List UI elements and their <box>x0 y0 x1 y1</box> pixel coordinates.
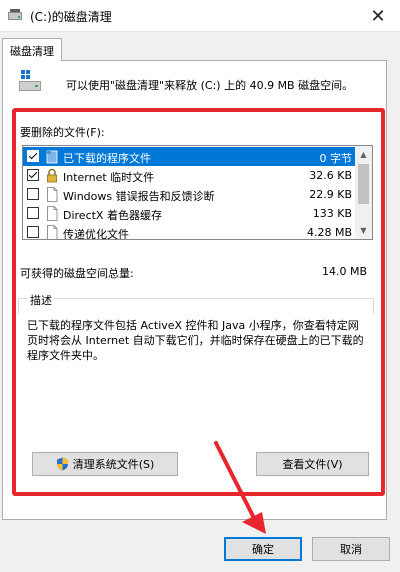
scroll-up-icon[interactable]: ▲ <box>355 146 372 163</box>
file-name: 传递优化文件 <box>63 228 129 240</box>
drive-icon <box>19 70 41 91</box>
checkbox[interactable] <box>27 169 39 181</box>
file-size: 4.28 MB <box>306 226 352 239</box>
total-space-value: 14.0 MB <box>322 265 368 278</box>
description-label: 描述 <box>28 292 54 308</box>
ok-button-label: 确定 <box>252 543 274 556</box>
scroll-thumb[interactable] <box>358 164 369 204</box>
folder-icon <box>46 150 58 164</box>
checkbox[interactable] <box>27 207 39 219</box>
tab-disk-cleanup[interactable]: 磁盘清理 <box>2 38 62 61</box>
window-title: (C:)的磁盘清理 <box>30 10 112 24</box>
disk-cleanup-icon <box>8 9 22 20</box>
cancel-button-label: 取消 <box>340 543 362 556</box>
file-name: DirectX 着色器缓存 <box>63 209 162 222</box>
view-files-button[interactable]: 查看文件(V) <box>256 452 369 476</box>
file-icon <box>47 225 58 239</box>
file-size: 0 字节 <box>319 152 353 165</box>
file-size: 22.9 KB <box>309 188 352 201</box>
checkbox[interactable] <box>27 188 39 200</box>
scroll-down-icon[interactable]: ▼ <box>355 222 372 239</box>
file-size: 133 KB <box>312 207 352 220</box>
list-item[interactable]: DirectX 着色器缓存 133 KB <box>23 204 356 223</box>
file-icon <box>47 206 58 221</box>
close-button[interactable]: ✕ <box>356 0 400 32</box>
cleanup-system-files-button[interactable]: 清理系统文件(S) <box>32 452 178 476</box>
intro-text: 可以使用"磁盘清理"来释放 (C:) 上的 40.9 MB 磁盘空间。 <box>66 79 354 92</box>
checkbox[interactable] <box>27 150 39 162</box>
description-group <box>18 298 374 314</box>
cancel-button[interactable]: 取消 <box>312 537 390 561</box>
list-scrollbar[interactable]: ▲ ▼ <box>355 146 372 239</box>
total-space-label: 可获得的磁盘空间总量: <box>20 267 134 280</box>
file-icon <box>47 187 58 202</box>
files-to-delete-label: 要删除的文件(F): <box>20 126 105 139</box>
cleanup-button-label: 清理系统文件(S) <box>72 458 155 471</box>
file-size: 32.6 KB <box>309 169 352 182</box>
close-icon: ✕ <box>370 5 386 27</box>
tab-label: 磁盘清理 <box>10 45 54 58</box>
lock-icon <box>47 168 57 183</box>
list-item[interactable]: Internet 临时文件 32.6 KB <box>23 166 356 185</box>
files-list[interactable]: 已下载的程序文件 0 字节 Internet 临时文件 32.6 KB Wind… <box>22 145 373 240</box>
file-name: Internet 临时文件 <box>63 171 155 184</box>
checkbox[interactable] <box>27 226 39 238</box>
view-button-label: 查看文件(V) <box>282 458 343 471</box>
shield-icon <box>56 457 68 471</box>
title-bar: (C:)的磁盘清理 ✕ <box>0 0 400 32</box>
description-text: 已下载的程序文件包括 ActiveX 控件和 Java 小程序，你查看特定网页时… <box>27 319 364 362</box>
file-name: Windows 错误报告和反馈诊断 <box>63 190 215 203</box>
list-item[interactable]: 已下载的程序文件 0 字节 <box>23 147 356 166</box>
list-item[interactable]: 传递优化文件 4.28 MB <box>23 223 356 240</box>
list-item[interactable]: Windows 错误报告和反馈诊断 22.9 KB <box>23 185 356 204</box>
ok-button[interactable]: 确定 <box>224 537 302 561</box>
file-name: 已下载的程序文件 <box>63 152 151 165</box>
